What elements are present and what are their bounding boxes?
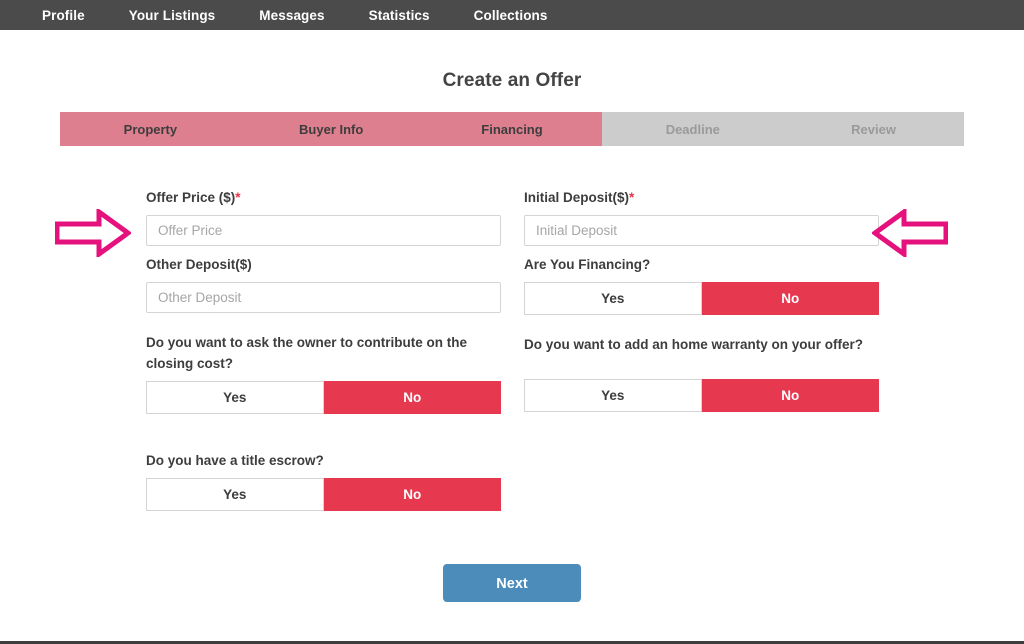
offer-price-label: Offer Price ($)* (146, 188, 501, 209)
closing-cost-yes-button[interactable]: Yes (146, 380, 324, 414)
create-offer-form: Offer Price ($)* Other Deposit($) Do you… (60, 146, 964, 602)
form-columns: Offer Price ($)* Other Deposit($) Do you… (60, 188, 964, 511)
home-warranty-label: Do you want to add an home warranty on y… (524, 336, 864, 352)
financing-yes-button[interactable]: Yes (524, 281, 702, 315)
title-escrow-toggle: Yes No (146, 477, 501, 511)
nav-item-statistics[interactable]: Statistics (369, 8, 430, 23)
form-column-right: Initial Deposit($)* Are You Financing? Y… (524, 188, 879, 511)
financing-no-button[interactable]: No (701, 281, 879, 315)
nav-item-your-listings[interactable]: Your Listings (129, 8, 216, 23)
step-property[interactable]: Property (60, 112, 241, 146)
nav-item-messages[interactable]: Messages (259, 8, 324, 23)
title-escrow-label: Do you have a title escrow? (146, 452, 324, 468)
other-deposit-input[interactable] (146, 281, 501, 313)
offer-price-label-text: Offer Price ($) (146, 190, 236, 205)
step-financing[interactable]: Financing (421, 112, 603, 146)
financing-label: Are You Financing? (524, 256, 651, 272)
offer-steps-progress-bar: Property Buyer Info Financing Deadline R… (60, 112, 964, 146)
home-warranty-toggle: Yes No (524, 378, 879, 412)
top-navigation-bar: Profile Your Listings Messages Statistic… (0, 0, 1024, 30)
title-escrow-no-button[interactable]: No (323, 477, 501, 511)
initial-deposit-required-asterisk: * (629, 190, 635, 205)
home-warranty-yes-button[interactable]: Yes (524, 378, 702, 412)
closing-cost-label: Do you want to ask the owner to contribu… (146, 334, 468, 371)
offer-price-input[interactable] (146, 214, 501, 246)
step-review[interactable]: Review (783, 112, 964, 146)
initial-deposit-input[interactable] (524, 214, 879, 246)
initial-deposit-label-text: Initial Deposit($) (524, 190, 630, 205)
initial-deposit-label: Initial Deposit($)* (524, 188, 879, 209)
offer-price-required-asterisk: * (235, 190, 241, 205)
nav-item-collections[interactable]: Collections (474, 8, 548, 23)
form-column-left: Offer Price ($)* Other Deposit($) Do you… (146, 188, 501, 511)
nav-item-profile[interactable]: Profile (42, 8, 85, 23)
next-button[interactable]: Next (443, 563, 581, 602)
form-footer: Next (60, 563, 964, 602)
title-escrow-yes-button[interactable]: Yes (146, 477, 324, 511)
closing-cost-toggle: Yes No (146, 380, 501, 414)
page-title: Create an Offer (442, 70, 582, 91)
home-warranty-no-button[interactable]: No (701, 378, 879, 412)
step-deadline[interactable]: Deadline (602, 112, 784, 146)
financing-toggle: Yes No (524, 281, 879, 315)
closing-cost-no-button[interactable]: No (323, 380, 501, 414)
other-deposit-label: Other Deposit($) (146, 256, 252, 272)
step-buyer-info[interactable]: Buyer Info (240, 112, 422, 146)
